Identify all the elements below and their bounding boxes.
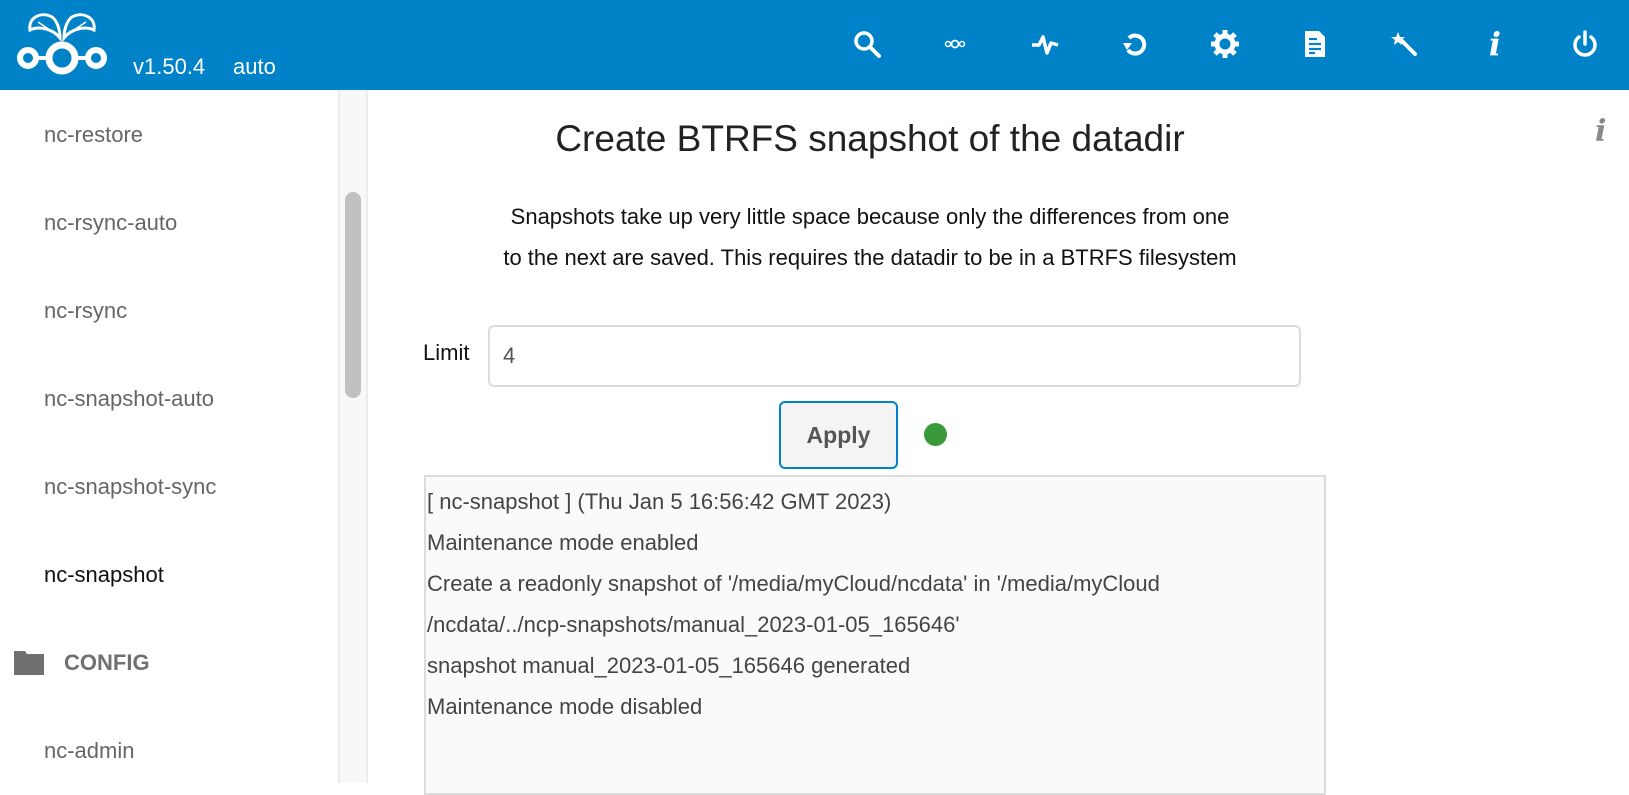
sidebar-item-nc-snapshot-sync[interactable]: nc-snapshot-sync bbox=[44, 474, 216, 500]
settings-icon[interactable] bbox=[1207, 26, 1243, 62]
log-line: Maintenance mode enabled bbox=[427, 530, 699, 555]
update-icon[interactable] bbox=[1117, 26, 1153, 62]
log-line: Create a readonly snapshot of '/media/my… bbox=[427, 571, 1160, 596]
sidebar-item-nc-rsync[interactable]: nc-rsync bbox=[44, 298, 127, 324]
page-description: Snapshots take up very little space beca… bbox=[460, 196, 1280, 278]
sidebar-section-label: CONFIG bbox=[64, 650, 150, 675]
info-icon[interactable]: i bbox=[1477, 25, 1513, 63]
info-icon[interactable]: i bbox=[1595, 114, 1615, 150]
sidebar-item-nc-restore[interactable]: nc-restore bbox=[44, 122, 143, 148]
status-indicator bbox=[924, 423, 947, 446]
description-line: Snapshots take up very little space beca… bbox=[510, 204, 1230, 229]
nextcloud-icon[interactable] bbox=[937, 26, 973, 62]
apply-button[interactable]: Apply bbox=[779, 401, 898, 469]
output-log: [ nc-snapshot ] (Thu Jan 5 16:56:42 GMT … bbox=[424, 475, 1326, 795]
sidebar-item-nc-admin[interactable]: nc-admin bbox=[44, 738, 134, 764]
logs-icon[interactable] bbox=[1297, 26, 1333, 62]
sidebar-item-nc-snapshot-auto[interactable]: nc-snapshot-auto bbox=[44, 386, 214, 412]
folder-icon bbox=[14, 651, 44, 675]
power-icon[interactable] bbox=[1567, 26, 1603, 62]
version-label: v1.50.4 bbox=[133, 54, 206, 79]
description-line: to the next are saved. This requires the… bbox=[503, 245, 1237, 270]
sidebar-section-config[interactable]: CONFIG bbox=[14, 650, 150, 676]
nextcloudpi-logo[interactable] bbox=[12, 8, 112, 78]
sidebar-item-nc-snapshot[interactable]: nc-snapshot bbox=[44, 562, 164, 588]
log-line: Maintenance mode disabled bbox=[427, 694, 703, 719]
mode-label: auto bbox=[233, 54, 276, 79]
log-line: /ncdata/../ncp-snapshots/manual_2023-01-… bbox=[427, 612, 960, 637]
wizard-icon[interactable] bbox=[1387, 26, 1423, 62]
dashboard-icon[interactable] bbox=[1027, 26, 1063, 62]
log-line: snapshot manual_2023-01-05_165646 genera… bbox=[427, 653, 911, 678]
sidebar-scrollbar-thumb[interactable] bbox=[345, 192, 361, 398]
top-bar: v1.50.4 auto i bbox=[0, 0, 1629, 90]
limit-label: Limit bbox=[423, 340, 470, 365]
search-icon[interactable] bbox=[849, 26, 885, 62]
page-title: Create BTRFS snapshot of the datadir bbox=[555, 118, 1185, 159]
limit-input[interactable] bbox=[488, 325, 1301, 387]
log-line: [ nc-snapshot ] (Thu Jan 5 16:56:42 GMT … bbox=[427, 489, 892, 514]
sidebar-item-nc-rsync-auto[interactable]: nc-rsync-auto bbox=[44, 210, 177, 236]
sidebar: nc-restore nc-rsync-auto nc-rsync nc-sna… bbox=[0, 90, 338, 783]
